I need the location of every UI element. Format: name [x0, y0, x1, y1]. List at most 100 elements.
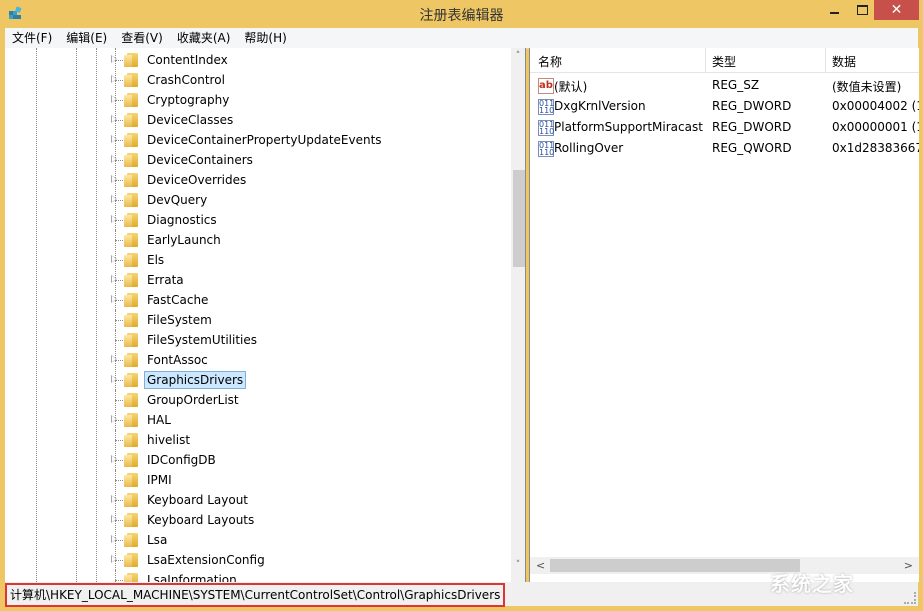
expand-arrow-icon[interactable]	[111, 535, 117, 543]
expand-arrow-icon[interactable]	[111, 515, 117, 523]
maximize-button[interactable]	[848, 0, 876, 20]
tree-item[interactable]: LsaInformation	[5, 570, 505, 582]
list-horizontal-scrollbar[interactable]: < >	[530, 557, 919, 574]
value-type: REG_DWORD	[712, 120, 792, 134]
tree-item[interactable]: FontAssoc	[5, 350, 505, 370]
expand-arrow-icon[interactable]	[111, 415, 117, 423]
expand-arrow-icon[interactable]	[111, 115, 117, 123]
scroll-thumb[interactable]	[550, 559, 800, 572]
value-row[interactable]: 011 110 RollingOver REG_QWORD 0x1d28383667	[530, 138, 919, 159]
tree-item[interactable]: FastCache	[5, 290, 505, 310]
tree-item[interactable]: hivelist	[5, 430, 505, 450]
tree-vertical-scrollbar[interactable]: ˄ ˅	[511, 48, 525, 582]
expand-arrow-icon[interactable]	[111, 495, 117, 503]
expand-arrow-icon[interactable]	[111, 295, 117, 303]
menu-view[interactable]: 查看(V)	[114, 28, 170, 48]
tree-item[interactable]: Keyboard Layout	[5, 490, 505, 510]
tree-connector	[115, 340, 123, 341]
scroll-down-icon[interactable]: ˅	[511, 557, 525, 574]
tree-item[interactable]: GroupOrderList	[5, 390, 505, 410]
expand-arrow-icon[interactable]	[111, 355, 117, 363]
tree-item[interactable]: Cryptography	[5, 90, 505, 110]
tree-item[interactable]: ContentIndex	[5, 50, 505, 70]
value-row[interactable]: ab (默认) REG_SZ (数值未设置)	[530, 75, 919, 96]
value-name: (默认)	[554, 80, 588, 94]
tree-item[interactable]: FileSystemUtilities	[5, 330, 505, 350]
tree-item-label: Diagnostics	[147, 213, 217, 227]
tree-item-label: CrashControl	[147, 73, 225, 87]
expand-arrow-icon[interactable]	[111, 175, 117, 183]
tree-connector	[115, 460, 123, 461]
expand-arrow-icon[interactable]	[111, 75, 117, 83]
tree-item[interactable]: Diagnostics	[5, 210, 505, 230]
tree-connector	[115, 560, 123, 561]
tree-item[interactable]: IPMI	[5, 470, 505, 490]
close-button[interactable]: ✕	[874, 0, 919, 20]
scroll-left-icon[interactable]: <	[536, 557, 545, 574]
menu-help[interactable]: 帮助(H)	[237, 28, 293, 48]
expand-arrow-icon[interactable]	[111, 155, 117, 163]
tree-item-label: Els	[147, 253, 165, 267]
resize-grip-icon[interactable]	[904, 592, 916, 604]
tree-item[interactable]: DeviceClasses	[5, 110, 505, 130]
scroll-right-icon[interactable]: >	[904, 557, 913, 574]
tree-item-label: IPMI	[147, 473, 172, 487]
folder-icon	[124, 393, 140, 407]
menu-bar: 文件(F) 编辑(E) 查看(V) 收藏夹(A) 帮助(H)	[5, 28, 918, 49]
expand-arrow-icon[interactable]	[111, 375, 117, 383]
expand-arrow-icon[interactable]	[111, 215, 117, 223]
folder-icon	[124, 533, 140, 547]
minimize-button[interactable]	[820, 0, 848, 20]
value-row[interactable]: 011 110 DxgKrnlVersion REG_DWORD 0x00004002…	[530, 96, 919, 117]
folder-icon	[124, 53, 140, 67]
tree-item[interactable]: FileSystem	[5, 310, 505, 330]
tree-item[interactable]: IDConfigDB	[5, 450, 505, 470]
expand-arrow-icon[interactable]	[111, 55, 117, 63]
tree-item[interactable]: DeviceContainers	[5, 150, 505, 170]
column-divider[interactable]	[705, 48, 706, 72]
tree-item[interactable]: DevQuery	[5, 190, 505, 210]
value-name: RollingOver	[554, 141, 624, 155]
tree-item[interactable]: Els	[5, 250, 505, 270]
expand-arrow-icon[interactable]	[111, 275, 117, 283]
menu-edit[interactable]: 编辑(E)	[59, 28, 114, 48]
column-header-name[interactable]: 名称	[538, 53, 562, 70]
expand-arrow-icon[interactable]	[111, 95, 117, 103]
scroll-up-icon[interactable]: ˄	[511, 48, 525, 65]
tree-item[interactable]: Errata	[5, 270, 505, 290]
column-header-type[interactable]: 类型	[712, 53, 736, 70]
tree-item[interactable]: Lsa	[5, 530, 505, 550]
tree-item[interactable]: GraphicsDrivers	[5, 370, 505, 390]
tree-item[interactable]: HAL	[5, 410, 505, 430]
folder-icon	[124, 93, 140, 107]
tree-item-label: DeviceContainerPropertyUpdateEvents	[147, 133, 382, 147]
menu-file[interactable]: 文件(F)	[5, 28, 59, 48]
value-row[interactable]: 011 110 PlatformSupportMiracast REG_DWORD 0…	[530, 117, 919, 138]
expand-arrow-icon[interactable]	[111, 455, 117, 463]
value-type: REG_QWORD	[712, 141, 792, 155]
tree-item[interactable]: CrashControl	[5, 70, 505, 90]
tree-connector	[115, 540, 123, 541]
minimize-icon	[829, 12, 839, 14]
column-header-data[interactable]: 数据	[832, 53, 856, 70]
menu-favorites[interactable]: 收藏夹(A)	[170, 28, 238, 48]
expand-arrow-icon[interactable]	[111, 255, 117, 263]
tree-item[interactable]: DeviceOverrides	[5, 170, 505, 190]
binary-value-icon: 011 110	[538, 141, 555, 157]
tree-connector	[115, 320, 123, 321]
expand-arrow-icon[interactable]	[111, 195, 117, 203]
tree-connector	[115, 520, 123, 521]
tree-item-label: Keyboard Layout	[147, 493, 249, 507]
scroll-thumb[interactable]	[513, 170, 525, 267]
tree-item[interactable]: EarlyLaunch	[5, 230, 505, 250]
tree-item[interactable]: LsaExtensionConfig	[5, 550, 505, 570]
column-divider[interactable]	[825, 48, 826, 72]
tree-connector	[115, 440, 123, 441]
tree-item-label: GraphicsDrivers	[144, 371, 247, 389]
tree-item-label: EarlyLaunch	[147, 233, 221, 247]
expand-arrow-icon[interactable]	[111, 555, 117, 563]
tree-item[interactable]: DeviceContainerPropertyUpdateEvents	[5, 130, 505, 150]
expand-arrow-icon[interactable]	[111, 135, 117, 143]
tree-item[interactable]: Keyboard Layouts	[5, 510, 505, 530]
tree-list: ContentIndex CrashControl Cryptography Devi…	[5, 50, 505, 582]
